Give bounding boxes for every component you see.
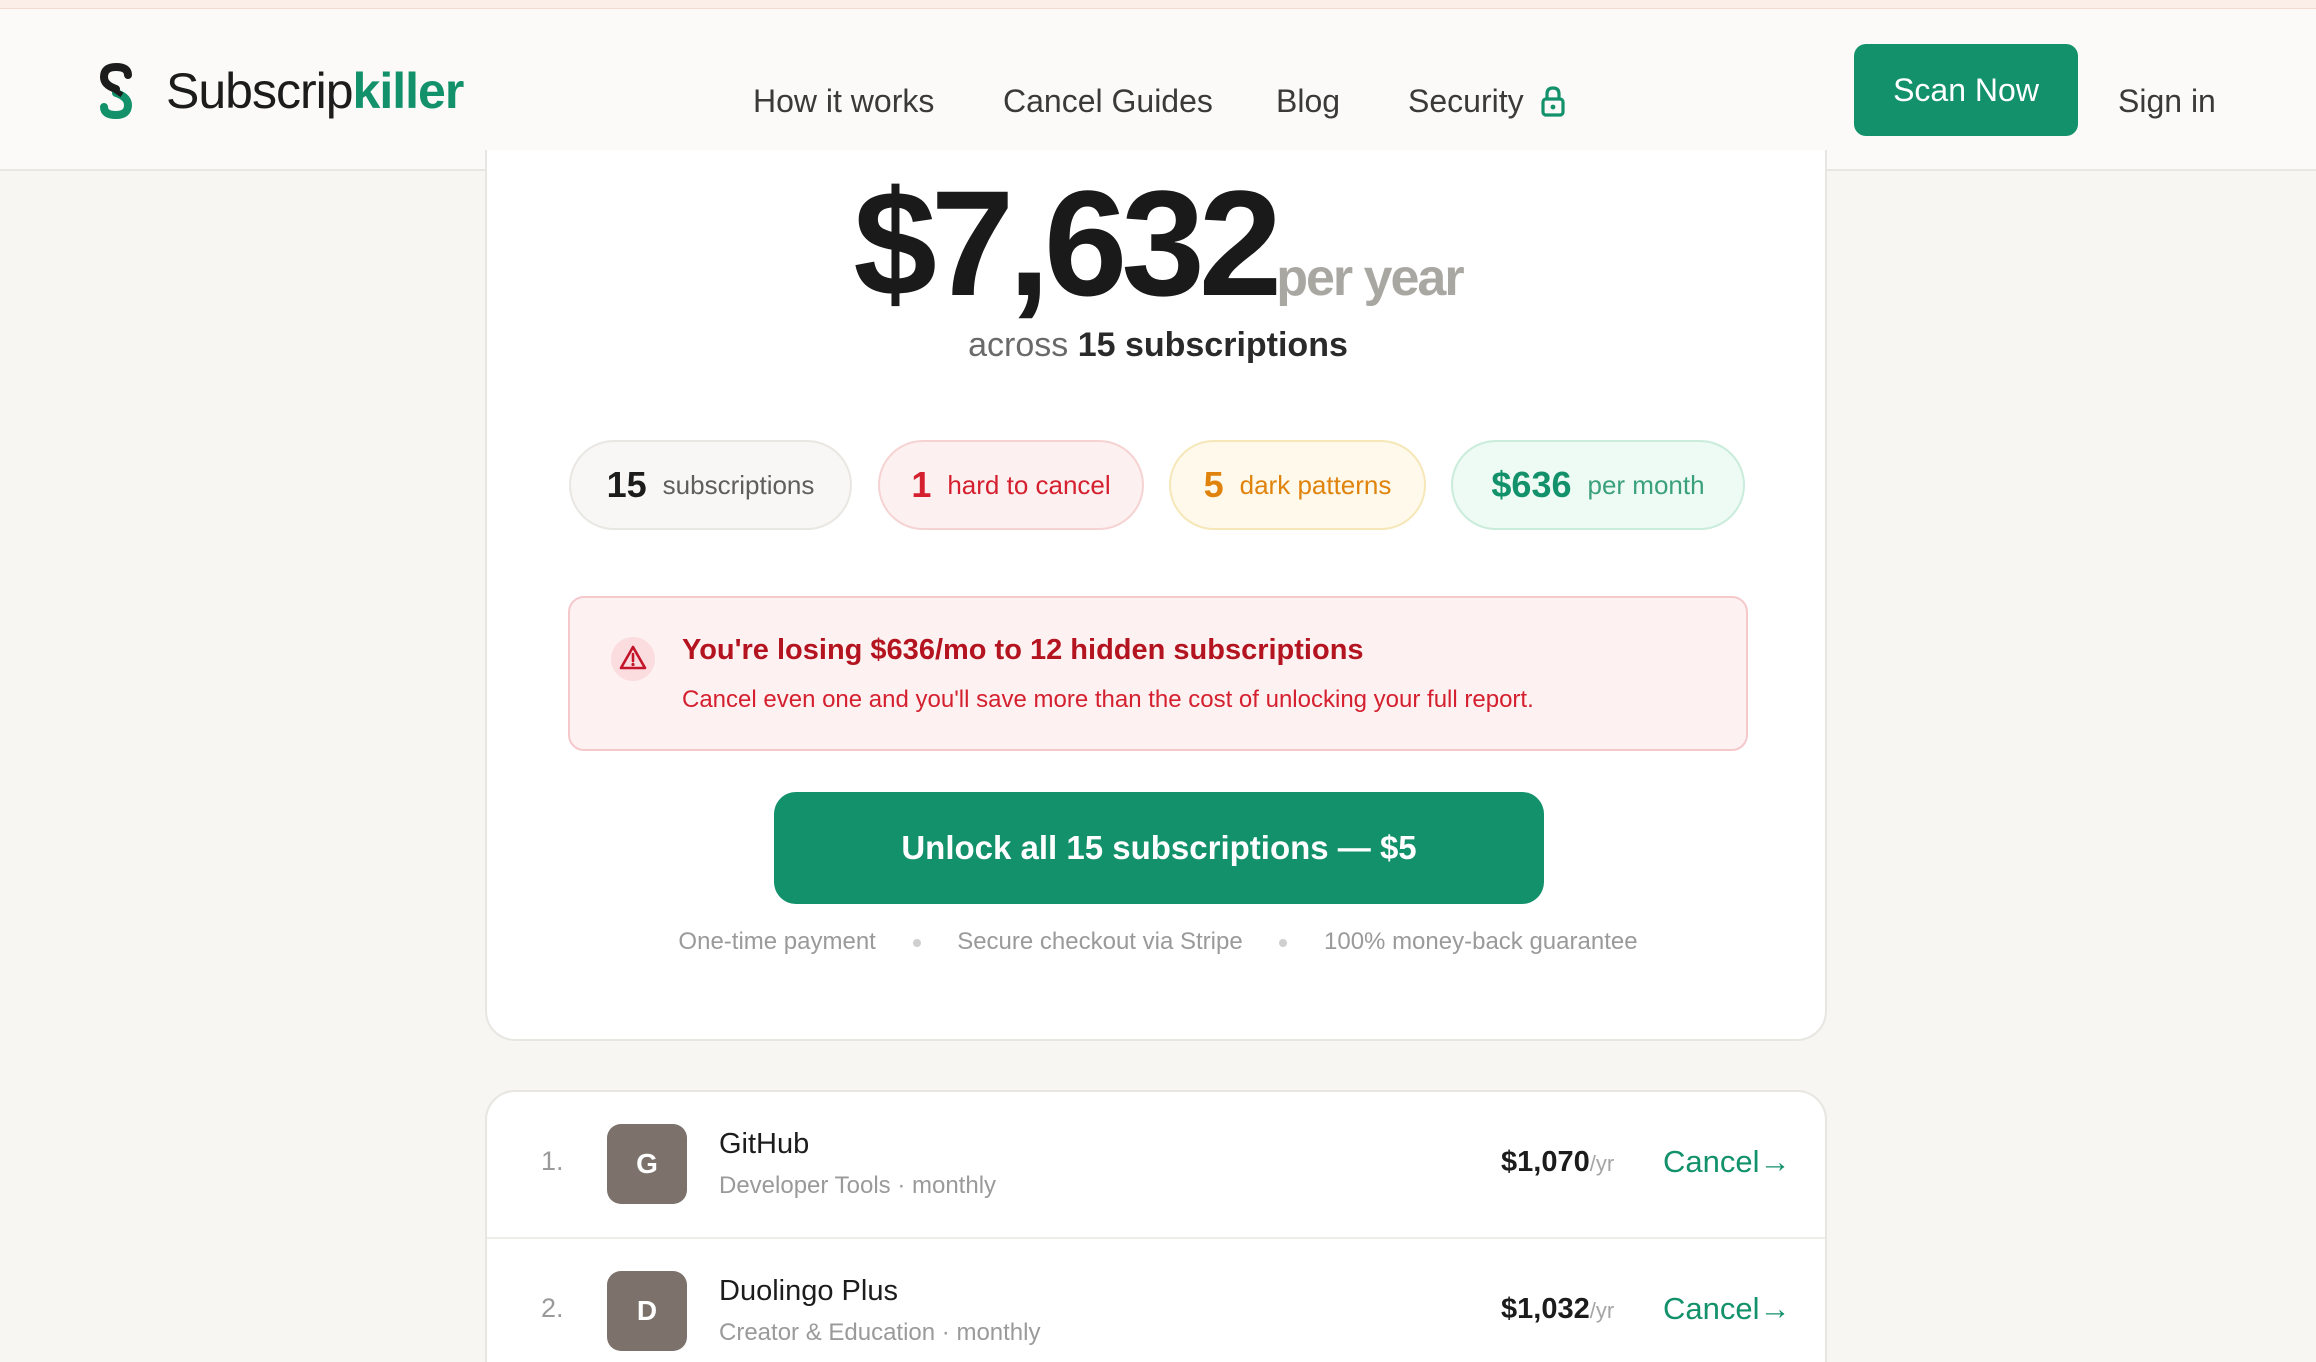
trust-one-time: One-time payment <box>678 928 876 955</box>
yearly-amount: $7,632 <box>853 159 1282 327</box>
chip-value: 5 <box>1203 464 1224 505</box>
cancel-link[interactable]: Cancel→ <box>1663 1144 1791 1180</box>
service-name: Duolingo Plus <box>719 1275 898 1307</box>
chip-value: 1 <box>911 464 932 505</box>
stats-chips: 15 subscriptions 1 hard to cancel 5 dark… <box>569 440 1769 530</box>
chip-per-month: $636 per month <box>1451 440 1745 530</box>
sign-in-link[interactable]: Sign in <box>2118 71 2216 131</box>
price-unit: /yr <box>1589 1151 1615 1176</box>
site-header: Subscripkiller How it works Cancel Guide… <box>0 9 2316 171</box>
nav-cancel-guides[interactable]: Cancel Guides <box>1003 71 1213 131</box>
item-index: 2. <box>541 1293 564 1323</box>
chip-label: per month <box>1587 469 1705 500</box>
warning-triangle-icon <box>611 637 655 681</box>
subscription-list: 1. G GitHub Developer Tools · monthly $1… <box>485 1090 1827 1362</box>
trust-stripe: Secure checkout via Stripe <box>957 928 1243 955</box>
chip-hard-to-cancel: 1 hard to cancel <box>878 440 1144 530</box>
price-value: $1,032 <box>1501 1293 1590 1325</box>
alert-body: Cancel even one and you'll save more tha… <box>682 686 1534 713</box>
period-label: per year <box>1276 249 1464 307</box>
chip-label: hard to cancel <box>947 469 1111 500</box>
trust-badges: One-time payment Secure checkout via Str… <box>487 928 1829 956</box>
nav-blog[interactable]: Blog <box>1276 71 1340 131</box>
chip-label: subscriptions <box>662 469 815 500</box>
lock-icon <box>1540 86 1565 117</box>
chip-subscriptions: 15 subscriptions <box>569 440 852 530</box>
across-prefix: across <box>968 326 1069 364</box>
service-avatar: G <box>607 1124 687 1204</box>
across-count: 15 subscriptions <box>1077 326 1348 364</box>
price-value: $1,070 <box>1501 1146 1590 1178</box>
price-unit: /yr <box>1589 1298 1615 1323</box>
yearly-total: $7,632per year <box>487 158 1829 328</box>
list-item: 2. D Duolingo Plus Creator & Education ·… <box>487 1237 1825 1362</box>
separator-dot <box>912 938 921 947</box>
item-index: 1. <box>541 1146 564 1176</box>
service-price: $1,032/yr <box>1501 1293 1614 1326</box>
loss-alert: You're losing $636/mo to 12 hidden subsc… <box>568 596 1748 751</box>
service-avatar: D <box>607 1271 687 1351</box>
chip-value: $636 <box>1491 464 1572 505</box>
top-accent-strip <box>0 0 2316 9</box>
summary-card: $7,632per year across 15 subscriptions 1… <box>485 150 1827 1041</box>
list-item: 1. G GitHub Developer Tools · monthly $1… <box>487 1092 1825 1237</box>
service-price: $1,070/yr <box>1501 1146 1614 1179</box>
nav-how-it-works[interactable]: How it works <box>753 71 934 131</box>
chip-value: 15 <box>606 464 647 505</box>
alert-title: You're losing $636/mo to 12 hidden subsc… <box>682 634 1364 666</box>
service-meta: Creator & Education · monthly <box>719 1319 1041 1346</box>
chip-label: dark patterns <box>1239 469 1392 500</box>
separator-dot <box>1279 938 1288 947</box>
subscription-count-caption: across 15 subscriptions <box>487 326 1829 365</box>
service-meta: Developer Tools · monthly <box>719 1172 997 1199</box>
nav-security-label: Security <box>1408 83 1524 119</box>
chip-dark-patterns: 5 dark patterns <box>1169 440 1426 530</box>
unlock-button[interactable]: Unlock all 15 subscriptions — $5 <box>774 792 1544 904</box>
service-name: GitHub <box>719 1128 810 1160</box>
scan-now-button[interactable]: Scan Now <box>1854 44 2078 136</box>
nav-security[interactable]: Security <box>1408 71 1566 131</box>
cancel-link[interactable]: Cancel→ <box>1663 1291 1791 1327</box>
trust-guarantee: 100% money-back guarantee <box>1324 928 1638 955</box>
